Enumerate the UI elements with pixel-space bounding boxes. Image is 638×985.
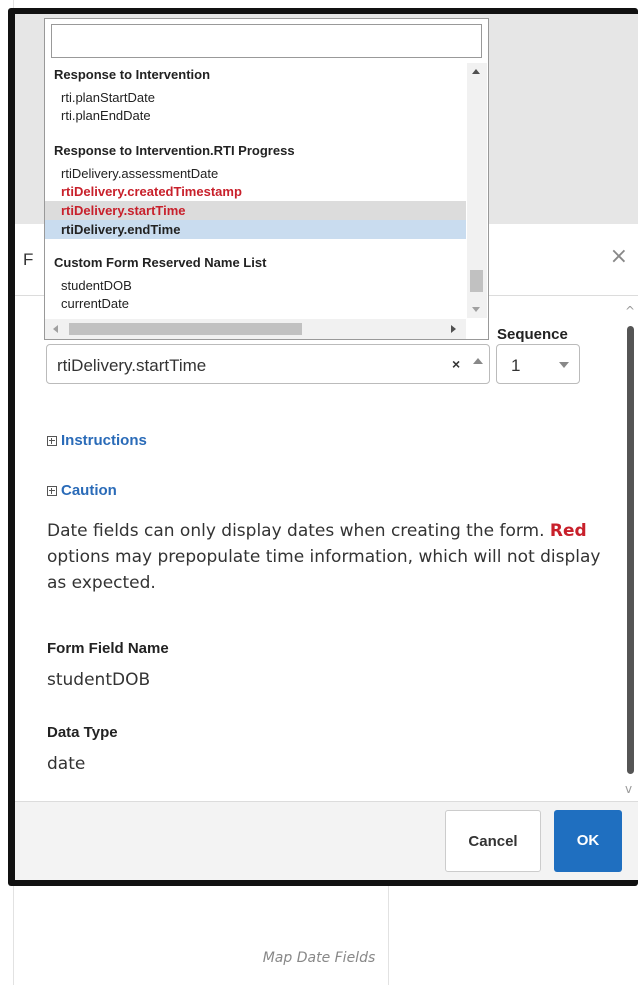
sequence-select[interactable]: 1: [496, 344, 580, 384]
expand-icon: [47, 436, 57, 446]
chevron-up-icon[interactable]: [473, 358, 483, 364]
combobox-value: rtiDelivery.startTime: [57, 356, 207, 375]
close-icon[interactable]: ×: [610, 244, 628, 269]
scroll-down-icon[interactable]: v: [625, 782, 632, 796]
caution-message: Date fields can only display dates when …: [47, 518, 607, 596]
caution-text-2: options may prepopulate time information…: [47, 547, 601, 593]
dropdown-option[interactable]: rti.planEndDate: [45, 106, 466, 125]
dropdown-option[interactable]: currentDate: [45, 294, 466, 313]
scrollbar-thumb[interactable]: [627, 326, 634, 774]
chevron-down-icon: [559, 362, 569, 368]
dialog-footer: Cancel OK: [15, 801, 638, 880]
dropdown-vertical-scrollbar[interactable]: [467, 63, 487, 318]
instructions-label: Instructions: [61, 432, 147, 449]
scroll-up-icon[interactable]: ^: [625, 304, 635, 318]
dropdown-horizontal-scrollbar[interactable]: [45, 319, 466, 339]
dropdown-option[interactable]: rtiDelivery.endTime: [45, 220, 466, 239]
page-divider: [388, 886, 389, 985]
scroll-left-icon[interactable]: [53, 325, 58, 333]
dialog-scrollbar[interactable]: ^ v: [622, 296, 638, 801]
clear-icon[interactable]: ×: [452, 356, 460, 372]
date-field-combobox[interactable]: rtiDelivery.startTime ×: [46, 344, 490, 384]
dropdown-group-label: Response to Intervention.RTI Progress: [54, 143, 295, 158]
dropdown-group-label: Custom Form Reserved Name List: [54, 255, 267, 270]
sequence-value: 1: [511, 356, 521, 375]
caution-label: Caution: [61, 482, 117, 499]
cancel-button[interactable]: Cancel: [445, 810, 541, 872]
dialog-title: F: [23, 250, 34, 269]
dropdown-search-input[interactable]: [51, 24, 482, 58]
dialog-body: Sequence rtiDelivery.startTime × 1 Instr…: [15, 296, 638, 801]
dropdown-option[interactable]: rtiDelivery.assessmentDate: [45, 164, 466, 183]
scroll-down-icon[interactable]: [472, 307, 480, 312]
instructions-toggle[interactable]: Instructions: [47, 432, 147, 449]
dropdown-option[interactable]: rti.planStartDate: [45, 88, 466, 107]
caution-text-red: Red: [549, 521, 587, 541]
dropdown-option[interactable]: rtiDelivery.createdTimestamp: [45, 182, 466, 201]
data-type-value: date: [47, 754, 86, 774]
scroll-up-icon[interactable]: [472, 69, 480, 74]
ok-button[interactable]: OK: [554, 810, 622, 872]
dropdown-option[interactable]: rtiDelivery.startTime: [45, 201, 466, 220]
scrollbar-thumb[interactable]: [470, 270, 483, 292]
form-field-name-label: Form Field Name: [47, 640, 169, 657]
expand-icon: [47, 486, 57, 496]
figure-caption: Map Date Fields: [262, 950, 376, 966]
dropdown-options: Response to Intervention rti.planStartDat…: [45, 63, 466, 318]
caution-text-1: Date fields can only display dates when …: [47, 521, 550, 541]
sequence-label: Sequence: [497, 326, 568, 343]
data-type-label: Data Type: [47, 724, 118, 741]
scrollbar-thumb[interactable]: [69, 323, 302, 335]
field-dropdown-list[interactable]: Response to Intervention rti.planStartDat…: [44, 18, 489, 340]
dropdown-option[interactable]: studentDOB: [45, 276, 466, 295]
form-field-name-value: studentDOB: [47, 670, 151, 690]
caution-toggle[interactable]: Caution: [47, 482, 117, 499]
dropdown-group-label: Response to Intervention: [54, 67, 211, 82]
scroll-right-icon[interactable]: [451, 325, 456, 333]
